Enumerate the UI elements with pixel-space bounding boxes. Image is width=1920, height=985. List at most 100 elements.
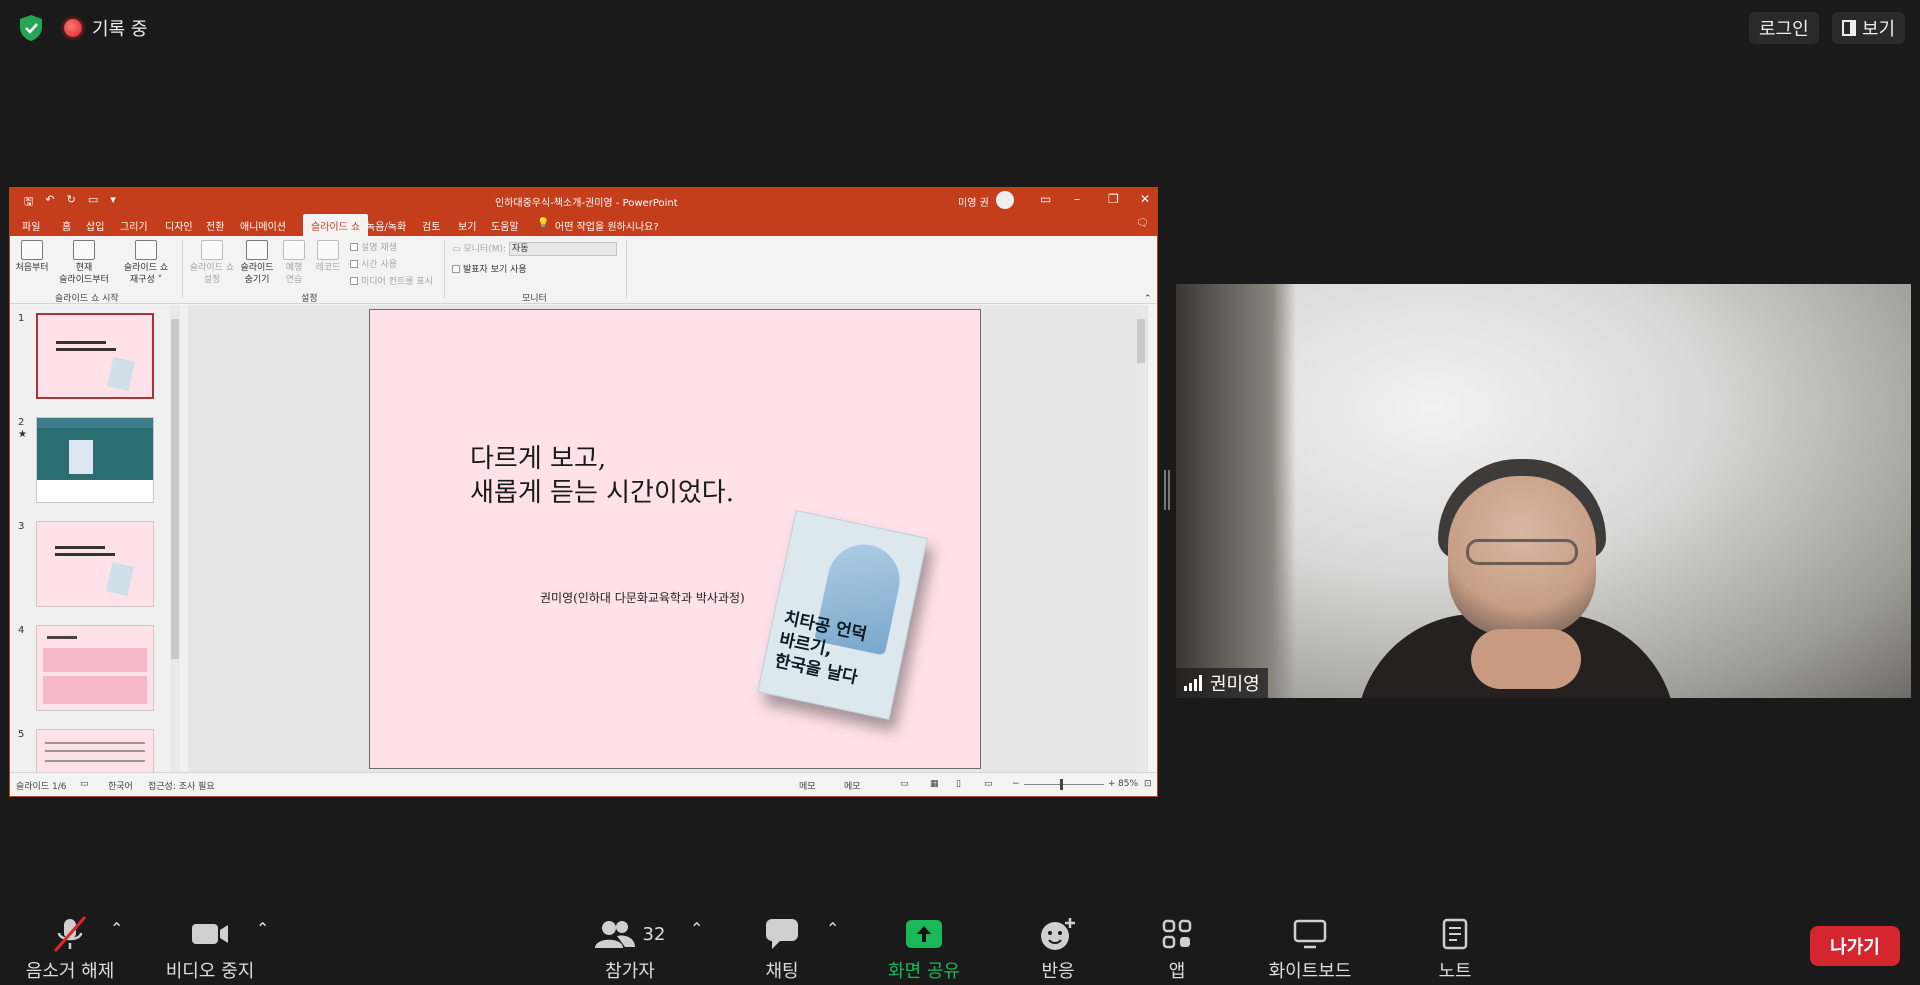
resize-handle[interactable] <box>1164 470 1170 510</box>
setup-label-1: 슬라이드 쇼 <box>189 263 235 273</box>
participant-video-tile[interactable]: 권미영 <box>1176 284 1911 698</box>
play-narrations-checkbox[interactable]: 설명 재생 <box>350 242 397 254</box>
tell-me-search[interactable]: 어떤 작업을 원하시나요? <box>555 218 659 233</box>
notes-button[interactable]: 노트 <box>1420 915 1490 983</box>
participants-button[interactable]: 32 참가자 <box>586 915 674 983</box>
leave-meeting-button[interactable]: 나가기 <box>1810 926 1900 966</box>
tab-design[interactable]: 디자인 <box>165 218 193 233</box>
monitor-icon: ▭ <box>452 244 464 255</box>
thumbnails-scrollbar[interactable] <box>170 305 180 772</box>
fit-to-window-icon[interactable]: ⊡ <box>1144 779 1152 789</box>
customize-qat-icon[interactable]: ▾ <box>110 193 116 212</box>
unmute-button[interactable]: 음소거 해제 <box>20 915 120 983</box>
setup-slideshow-icon <box>201 240 223 260</box>
ppt-user-name[interactable]: 미영 권 <box>958 194 989 209</box>
start-slideshow-icon[interactable]: ▭ <box>88 193 98 212</box>
redo-icon[interactable]: ↻ <box>67 193 76 212</box>
save-icon[interactable]: 🖫 <box>24 193 33 212</box>
hide-slide-icon <box>246 240 268 260</box>
slide-subtitle[interactable]: 권미영(인하대 다문화교육학과 박사과정) <box>540 589 745 606</box>
language-status[interactable]: 한국어 <box>108 779 133 792</box>
presenter-view-checkbox[interactable]: 발표자 보기 사용 <box>452 264 527 276</box>
chat-button[interactable]: 채팅 <box>742 915 822 983</box>
slide-thumbnail-2[interactable] <box>36 417 154 503</box>
restore-icon[interactable]: ❐ <box>1108 192 1119 206</box>
monitor-dropdown[interactable]: 자동 <box>508 242 617 256</box>
stop-video-button[interactable]: 비디오 중지 <box>160 915 260 983</box>
tab-recording[interactable]: 녹음/녹화 <box>366 218 406 233</box>
zoom-slider[interactable] <box>1024 779 1104 790</box>
reactions-button[interactable]: 반응 <box>1018 915 1098 983</box>
audio-options-chevron-icon[interactable]: ⌃ <box>110 919 123 938</box>
slide-title[interactable]: 다르게 보고, 새롭게 듣는 시간이었다. <box>470 442 734 510</box>
slide-thumbnail-5[interactable] <box>36 729 154 773</box>
login-button[interactable]: 로그인 <box>1749 12 1819 44</box>
book-cover-image[interactable]: 치타공 언덕 바르기, 한국을 날다 <box>757 509 928 721</box>
tab-home[interactable]: 홈 <box>62 218 71 233</box>
chat-options-chevron-icon[interactable]: ⌃ <box>826 919 839 938</box>
use-timings-checkbox[interactable]: 시간 사용 <box>350 259 397 271</box>
custom-slideshow-button[interactable]: 슬라이드 쇼 재구성 ˅ <box>118 240 174 286</box>
presenter-view-label: 발표자 보기 사용 <box>463 265 527 275</box>
whiteboard-label: 화이트보드 <box>1268 961 1352 982</box>
ribbon-display-icon[interactable]: ▭ <box>1040 192 1051 206</box>
slide-thumbnail-1[interactable] <box>36 313 154 399</box>
apps-button[interactable]: 앱 <box>1142 915 1212 983</box>
tab-draw[interactable]: 그리기 <box>120 218 148 233</box>
reading-view-icon[interactable]: ▯ <box>956 779 961 789</box>
tab-view[interactable]: 보기 <box>458 218 476 233</box>
accessibility-status[interactable]: 접근성: 조사 필요 <box>148 779 215 792</box>
zoom-level[interactable]: 85% <box>1118 779 1138 789</box>
collapse-ribbon-icon[interactable]: ⌃ <box>1144 294 1152 304</box>
group-setup-label: 설정 <box>301 294 318 304</box>
tab-transitions[interactable]: 전환 <box>206 218 224 233</box>
spellcheck-icon[interactable]: ▭ <box>80 779 89 789</box>
tab-file[interactable]: 파일 <box>22 218 40 233</box>
tab-help[interactable]: 도움말 <box>491 218 519 233</box>
monitor-label: 모니터(M): <box>463 244 507 255</box>
slide-sorter-icon[interactable]: ▦ <box>930 779 939 789</box>
avatar[interactable] <box>996 191 1014 209</box>
undo-icon[interactable]: ↶ <box>45 193 54 212</box>
editor-scrollbar[interactable] <box>1136 305 1146 772</box>
narration-label: 설명 재생 <box>361 243 397 253</box>
slide-thumbnail-3[interactable] <box>36 521 154 607</box>
comments-button[interactable]: 메모 <box>844 779 861 792</box>
from-beginning-button[interactable]: 처음부터 <box>14 240 50 274</box>
from-current-button[interactable]: 현재 슬라이드부터 <box>54 240 114 286</box>
video-person-glasses <box>1466 539 1578 565</box>
media-controls-checkbox[interactable]: 미디어 컨트롤 표시 <box>350 276 433 288</box>
tab-animations[interactable]: 애니메이션 <box>240 218 286 233</box>
view-button[interactable]: 보기 <box>1832 12 1906 44</box>
share-screen-button[interactable]: 화면 공유 <box>876 915 972 983</box>
setup-label-2: 설정 <box>203 275 221 285</box>
tab-review[interactable]: 검토 <box>422 218 440 233</box>
rehearse-timings-button[interactable]: 예행 연습 <box>280 240 308 286</box>
normal-view-icon[interactable]: ▭ <box>900 779 909 789</box>
record-icon <box>317 240 339 260</box>
record-dot-icon <box>64 19 82 37</box>
custom-slideshow-label-2: 재구성 ˅ <box>129 275 163 285</box>
shield-check-icon[interactable] <box>18 14 44 42</box>
participants-options-chevron-icon[interactable]: ⌃ <box>690 919 703 938</box>
tab-slideshow[interactable]: 슬라이드 쇼 <box>303 214 369 236</box>
setup-slideshow-button[interactable]: 슬라이드 쇼 설정 <box>186 240 238 286</box>
zoom-out-icon[interactable]: − <box>1012 779 1020 789</box>
current-slide[interactable]: 다르게 보고, 새롭게 듣는 시간이었다. 권미영(인하대 다문화교육학과 박사… <box>369 309 981 769</box>
close-icon[interactable]: ✕ <box>1140 192 1150 206</box>
zoom-in-icon[interactable]: + <box>1108 779 1116 789</box>
slideshow-view-icon[interactable]: ▭ <box>984 779 993 789</box>
recording-indicator[interactable]: 기록 중 <box>64 12 147 44</box>
reactions-label: 반응 <box>1041 961 1075 982</box>
slide-thumbnail-4[interactable] <box>36 625 154 711</box>
video-options-chevron-icon[interactable]: ⌃ <box>256 919 269 938</box>
minimize-icon[interactable]: – <box>1074 192 1080 206</box>
whiteboard-button[interactable]: 화이트보드 <box>1260 915 1360 983</box>
comments-icon[interactable]: 🗨 <box>1136 218 1149 229</box>
stop-video-label: 비디오 중지 <box>165 961 255 982</box>
hide-slide-button[interactable]: 슬라이드 숨기기 <box>236 240 278 286</box>
tab-insert[interactable]: 삽입 <box>86 218 104 233</box>
monitor-select[interactable]: ▭ 모니터(M): 자동 <box>452 242 617 256</box>
record-button[interactable]: 레코드 <box>312 240 344 274</box>
notes-button[interactable]: 메모 <box>799 779 816 792</box>
